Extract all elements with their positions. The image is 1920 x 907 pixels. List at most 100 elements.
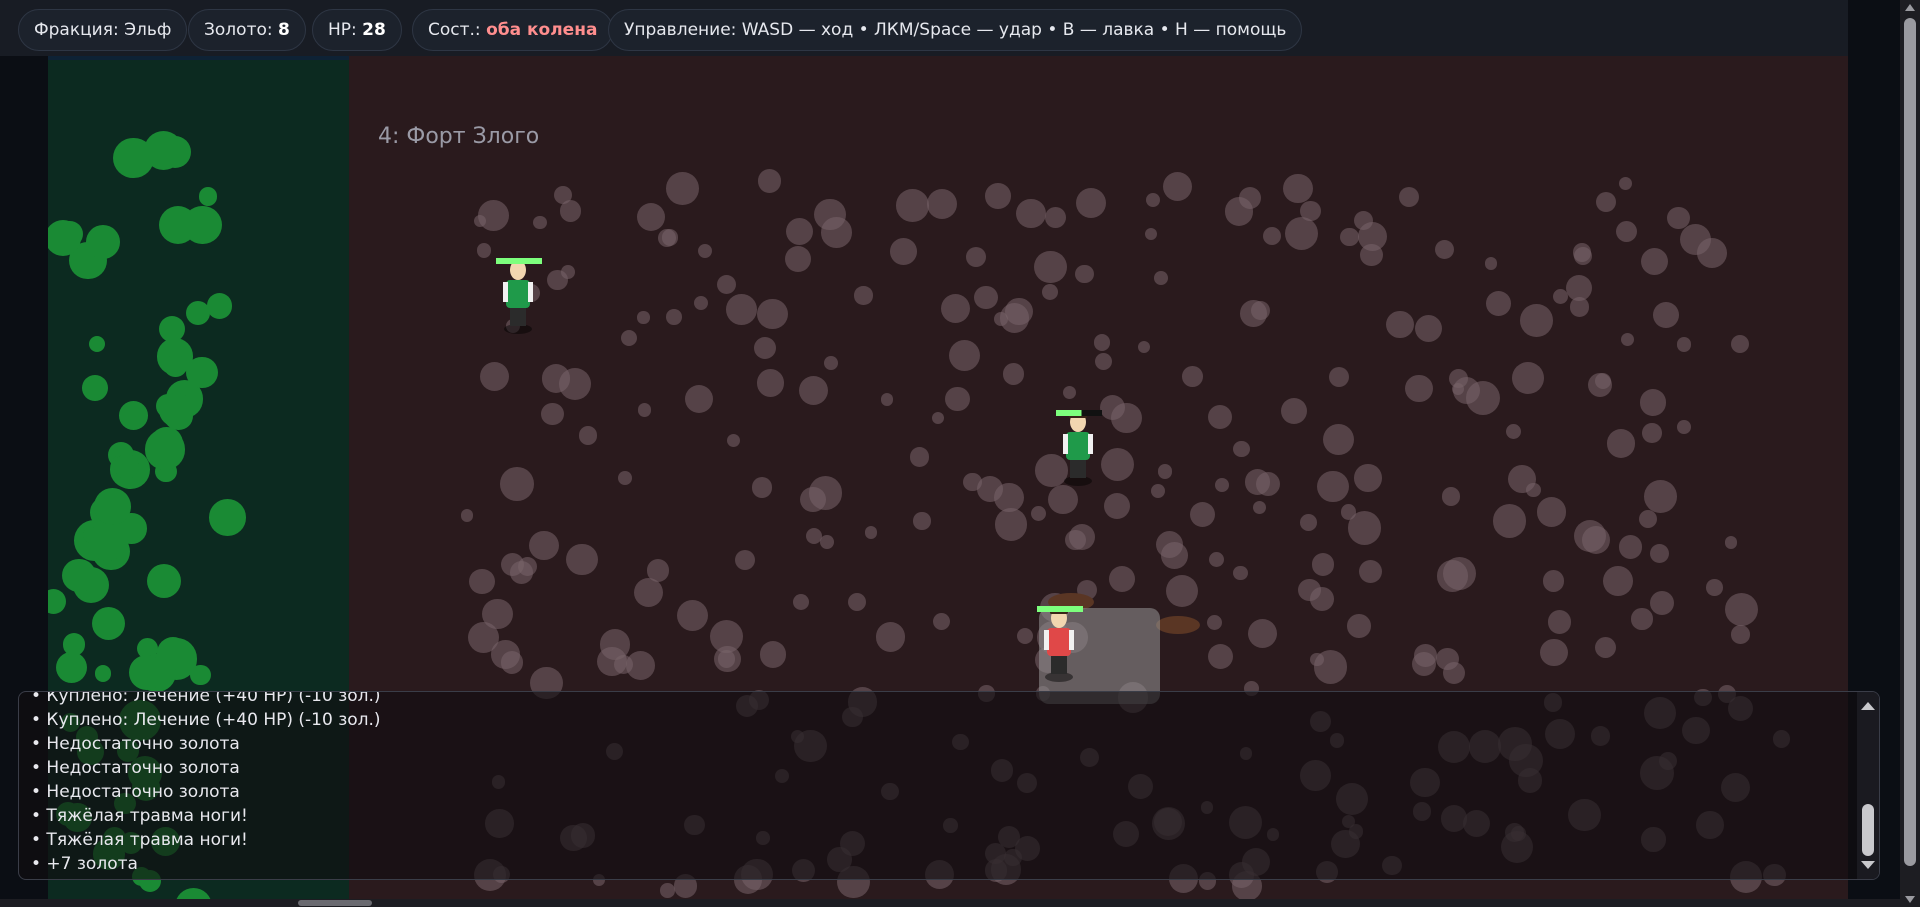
rock	[1484, 257, 1498, 270]
hp-badge: HP: 28	[312, 9, 402, 51]
rock	[1005, 297, 1033, 326]
rock	[1034, 251, 1067, 284]
rock	[1540, 638, 1568, 667]
rock	[1442, 662, 1465, 684]
rock	[940, 293, 970, 323]
rock	[1359, 559, 1383, 583]
rock	[559, 367, 592, 401]
rock	[1520, 304, 1553, 337]
rock	[1724, 593, 1759, 627]
rock	[864, 526, 877, 539]
rock	[880, 393, 894, 406]
game-screen[interactable]: 4: Форт Злого Фракция: Эльф Золото: 8 HP…	[0, 0, 1920, 907]
rock	[757, 298, 788, 330]
log-line: • Недостаточно золота	[31, 758, 240, 778]
horizontal-scrollbar-thumb[interactable]	[298, 900, 372, 906]
rock	[1595, 192, 1616, 213]
rock	[1016, 199, 1046, 229]
rock	[927, 188, 958, 219]
gold-value: 8	[278, 20, 290, 40]
rock	[637, 311, 650, 324]
log-line: • +7 золота	[31, 854, 138, 874]
rock	[1208, 643, 1234, 669]
rock	[1508, 465, 1537, 493]
rock	[1414, 644, 1437, 667]
rock	[1705, 579, 1723, 596]
scroll-up-icon[interactable]	[1905, 4, 1915, 11]
rock	[1512, 361, 1545, 394]
npc-health-bar	[496, 258, 542, 264]
state-label: Сост.:	[428, 20, 481, 40]
message-log[interactable]: • Куплено: Лечение (+40 HP) (-10 зол.) •…	[18, 691, 1880, 880]
rock	[1573, 519, 1606, 552]
rock	[709, 620, 744, 654]
rock	[985, 183, 1011, 209]
rock	[751, 477, 773, 498]
rock	[1536, 497, 1567, 527]
rock	[1569, 297, 1590, 317]
log-line: • Куплено: Лечение (+40 HP) (-10 зол.)	[31, 710, 381, 730]
rock	[1641, 247, 1669, 275]
faction-text: Фракция: Эльф	[34, 20, 172, 40]
rock	[821, 217, 852, 248]
rock	[948, 340, 981, 372]
npc-elf[interactable]	[496, 258, 542, 338]
rock	[1094, 353, 1112, 371]
rock	[1650, 590, 1675, 615]
rock	[1677, 420, 1692, 434]
rock	[578, 426, 598, 445]
rock	[1441, 487, 1461, 506]
character-legs	[1070, 460, 1086, 478]
rock	[1207, 614, 1223, 630]
log-line: • Тяжёлая травма ноги!	[31, 830, 248, 850]
rock	[823, 356, 838, 370]
rock	[1587, 373, 1612, 398]
rock	[1676, 337, 1692, 352]
rock	[1435, 239, 1455, 259]
rock	[1653, 302, 1680, 329]
rock	[1639, 389, 1667, 416]
page-horizontal-scrollbar[interactable]	[0, 899, 1900, 907]
rock	[1233, 440, 1250, 458]
rock	[540, 402, 564, 426]
rock	[1542, 570, 1565, 592]
rock	[890, 238, 917, 266]
player-character[interactable]	[1037, 606, 1083, 686]
rock	[1452, 376, 1481, 404]
chevron-up-icon[interactable]	[1861, 702, 1875, 710]
rock	[547, 269, 568, 291]
rock	[1492, 504, 1527, 539]
vertical-scrollbar-thumb[interactable]	[1904, 18, 1916, 866]
rock	[1638, 509, 1658, 529]
rock	[735, 549, 756, 570]
rock	[1150, 483, 1165, 498]
rock	[1547, 610, 1572, 634]
scroll-down-icon[interactable]	[1905, 896, 1915, 903]
rock	[1285, 217, 1319, 251]
rock	[1485, 291, 1511, 317]
player-health-bar	[1037, 606, 1083, 612]
rock	[931, 411, 945, 425]
npc-elf[interactable]	[1056, 410, 1102, 490]
chevron-down-icon[interactable]	[1861, 861, 1875, 869]
log-scrollbar-thumb[interactable]	[1862, 804, 1874, 856]
rock	[1065, 529, 1086, 550]
rock	[565, 543, 598, 576]
rock	[854, 286, 873, 305]
page-vertical-scrollbar[interactable]	[1900, 0, 1920, 907]
rock	[759, 641, 787, 668]
controls-hint: Управление: WASD — ход • ЛКМ/Space — уда…	[608, 9, 1303, 51]
rock	[1618, 535, 1643, 560]
rock	[1209, 551, 1225, 567]
rock	[1615, 221, 1637, 243]
rock	[1606, 428, 1636, 458]
rock	[1360, 244, 1383, 267]
rock	[786, 218, 814, 246]
rock	[896, 189, 929, 222]
log-scrollbar[interactable]	[1857, 692, 1879, 879]
rock	[697, 244, 712, 259]
rock	[944, 386, 970, 412]
rock	[660, 882, 676, 898]
rock	[1730, 335, 1749, 354]
rock	[1354, 464, 1382, 492]
